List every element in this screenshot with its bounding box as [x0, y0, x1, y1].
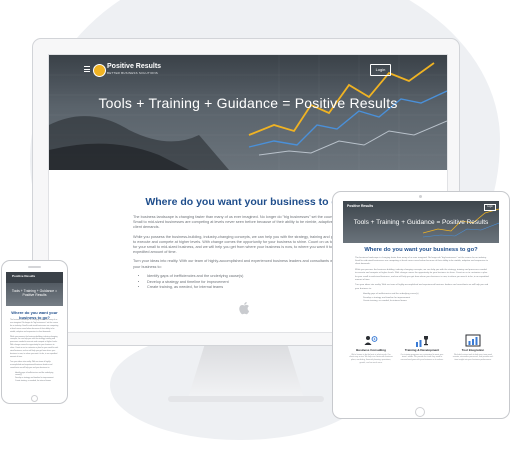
tablet-section-heading: Where do you want your business to go? — [364, 247, 478, 253]
body-paragraph: While you possess the business-building,… — [10, 335, 59, 358]
feature-card[interactable]: Tool Integration We build custom tools t… — [451, 334, 495, 362]
apple-logo-icon — [239, 302, 250, 315]
bullet-list: Identify gaps of inefficiencies and the … — [133, 274, 365, 291]
feature-title: Training & Development — [404, 348, 440, 352]
tablet-login-button[interactable]: Login — [484, 204, 496, 211]
phone-section-body: The business landscape is changing faste… — [10, 319, 59, 383]
body-paragraph: Turn your ideas into reality. With our t… — [133, 259, 365, 269]
brand-tagline: BETTER BUSINESS SOLUTIONS — [107, 71, 159, 75]
phone-device: Positive Results Tools + Training + Guid… — [1, 260, 68, 404]
feature-card[interactable]: Training & Development Our training prog… — [400, 334, 444, 362]
phone-screen: Positive Results Tools + Training + Guid… — [6, 272, 63, 392]
body-paragraph: Turn your ideas into reality. With our t… — [355, 284, 489, 290]
phone-home-button — [31, 395, 38, 402]
trophy-chart-icon — [416, 336, 428, 347]
hero-banner: Positive Results BETTER BUSINESS SOLUTIO… — [49, 55, 447, 170]
feature-card[interactable]: Business Consulting We're known to be th… — [349, 334, 393, 365]
bullet-list: Identify gaps of inefficiencies and the … — [10, 372, 59, 384]
feature-grid: Business Consulting We're known to be th… — [349, 334, 495, 404]
section-body: The business landscape is changing faste… — [133, 215, 365, 291]
body-paragraph: Turn your ideas into reality. With our t… — [10, 360, 53, 369]
body-paragraph: The business landscape is changing faste… — [10, 319, 59, 333]
feature-text: We're known to be the best at what we do… — [349, 353, 393, 364]
tablet-home-button — [415, 407, 425, 417]
body-paragraph: The business landscape is changing faste… — [133, 215, 364, 230]
bullet-list: Identify gaps of inefficiencies and the … — [355, 293, 489, 303]
tablet-section-body: The business landscape is changing faste… — [355, 257, 489, 303]
logo-mark-icon — [93, 64, 106, 77]
phone-speaker — [28, 266, 41, 268]
feature-text: We build custom tools to help your team … — [452, 353, 494, 362]
list-item: Create training, as needed, for internal… — [15, 380, 59, 383]
list-item: Create training, as needed, for internal… — [363, 300, 489, 303]
phone-hero-title: Tools + Training + Guidance = Positive R… — [11, 289, 58, 298]
login-button[interactable]: Login — [370, 64, 391, 76]
monitor-stand-base — [168, 396, 324, 402]
feature-text: Our training programs are customized to … — [400, 353, 444, 362]
tablet-hero-banner: Positive Results Login Tools + Training … — [343, 201, 499, 243]
tablet-camera — [419, 195, 422, 198]
body-paragraph: While you possess the business-building,… — [355, 269, 489, 281]
phone-nav-bar: Positive Results — [6, 272, 63, 283]
phone-hero-banner: Tools + Training + Guidance = Positive R… — [6, 283, 63, 306]
body-paragraph: The business landscape is changing faste… — [355, 257, 489, 266]
brand-logo-text[interactable]: Positive Results — [107, 63, 161, 70]
tablet-hero-title: Tools + Training + Guidance = Positive R… — [353, 219, 489, 226]
chart-gear-icon — [465, 334, 481, 347]
hero-title: Tools + Training + Guidance = Positive R… — [98, 95, 398, 111]
feature-title: Business Consulting — [356, 348, 386, 352]
feature-title: Tool Integration — [461, 348, 485, 352]
tablet-screen: Positive Results Login Tools + Training … — [343, 201, 499, 404]
body-paragraph: While you possess the business-building,… — [133, 234, 363, 255]
phone-brand-logo[interactable]: Positive Results — [12, 274, 35, 278]
people-gear-icon — [364, 336, 378, 345]
hamburger-menu-icon[interactable] — [84, 66, 90, 74]
tablet-device: Positive Results Login Tools + Training … — [332, 191, 510, 419]
tablet-brand-logo[interactable]: Positive Results — [347, 204, 373, 208]
monitor-stand — [188, 346, 304, 398]
